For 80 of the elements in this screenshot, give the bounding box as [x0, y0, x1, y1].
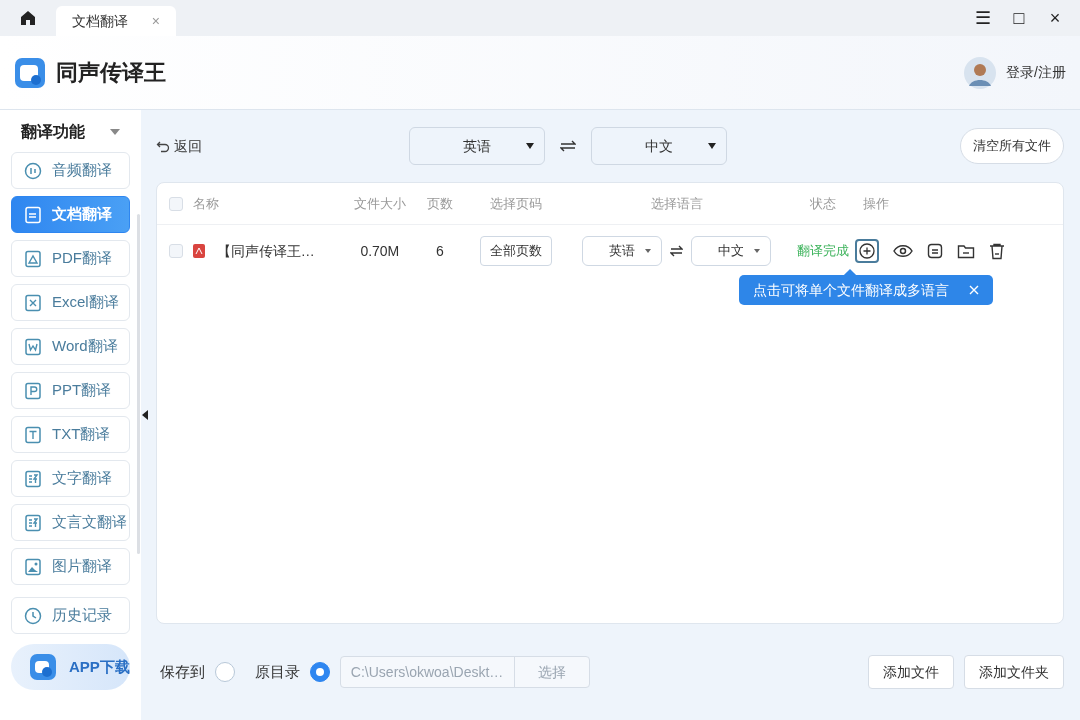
- radio-button[interactable]: [309, 662, 330, 682]
- translate-icon: [24, 469, 42, 488]
- checkbox[interactable]: [168, 196, 183, 211]
- choose-button[interactable]: 选择: [514, 657, 589, 687]
- excel-icon: [24, 293, 42, 312]
- page-range-button[interactable]: 全部页数: [479, 236, 552, 266]
- target-language-select[interactable]: 中文: [590, 127, 727, 165]
- trash-icon[interactable]: [988, 242, 1005, 260]
- swap-icon[interactable]: [670, 245, 684, 257]
- plus-circle-icon: [858, 243, 875, 259]
- original-folder-label: 原目录: [254, 661, 300, 682]
- checkbox[interactable]: [168, 244, 183, 258]
- app-download-button[interactable]: APP下载: [11, 644, 130, 690]
- history-button[interactable]: 历史记录: [11, 597, 130, 634]
- add-file-button[interactable]: 添加文件: [867, 655, 954, 689]
- source-language-select[interactable]: 英语: [408, 127, 545, 165]
- translate-icon: [24, 513, 42, 532]
- save-to-label: 保存到: [159, 661, 205, 682]
- radio-button[interactable]: [214, 662, 235, 682]
- tooltip: 点击可将单个文件翻译成多语言: [738, 275, 993, 305]
- sidebar-item[interactable]: PPT翻译: [11, 372, 130, 409]
- sidebar-item[interactable]: 文档翻译: [11, 196, 130, 233]
- caret-icon: [645, 249, 652, 253]
- page-count: 6: [434, 241, 445, 261]
- column-header: 操作: [861, 194, 890, 213]
- sidebar-item[interactable]: 文言文翻译: [11, 504, 130, 541]
- document-translate-tab[interactable]: 文档翻译 ×: [56, 6, 176, 36]
- sidebar-item[interactable]: TXT翻译: [11, 416, 130, 453]
- app-logo-icon: [29, 653, 57, 681]
- sidebar-item[interactable]: 图片翻译: [11, 548, 130, 585]
- column-header: 文件大小: [352, 194, 407, 213]
- column-header: 选择语言: [649, 194, 704, 213]
- file-name: 【同声传译王…: [216, 241, 315, 261]
- sidebar-item[interactable]: Word翻译: [11, 328, 130, 365]
- sidebar-item[interactable]: 音频翻译: [11, 152, 130, 189]
- app-title: 同声传译王: [56, 59, 166, 87]
- back-button[interactable]: 返回: [155, 135, 202, 157]
- document-icon: [24, 205, 42, 224]
- tab-close-button[interactable]: ×: [151, 10, 160, 32]
- folder-icon[interactable]: [956, 243, 975, 259]
- file-size: 0.70M: [359, 241, 401, 261]
- column-header: 页数: [425, 194, 454, 213]
- column-header: 选择页码: [488, 194, 543, 213]
- ppt-icon: [24, 381, 42, 400]
- sidebar-item[interactable]: 文字翻译: [11, 460, 130, 497]
- caret-icon: [525, 143, 534, 149]
- swap-icon[interactable]: [559, 140, 576, 152]
- close-button[interactable]: ×: [1044, 4, 1066, 32]
- home-icon[interactable]: [20, 10, 36, 26]
- audio-icon: [24, 161, 42, 180]
- image-icon: [24, 557, 42, 576]
- target-language-select[interactable]: 中文: [691, 236, 772, 266]
- menu-button[interactable]: ☰: [972, 4, 994, 32]
- status-text: 翻译完成: [795, 242, 850, 261]
- caret-icon: [707, 143, 716, 149]
- clock-icon: [24, 606, 42, 625]
- txt-icon: [24, 425, 42, 444]
- column-header: 名称: [192, 194, 220, 213]
- word-icon: [24, 337, 42, 356]
- sidebar-heading: 翻译功能: [21, 122, 85, 142]
- dropdown-caret-icon[interactable]: [109, 129, 120, 135]
- source-language-select[interactable]: 英语: [582, 236, 663, 266]
- add-language-button[interactable]: [854, 239, 879, 263]
- close-icon[interactable]: [968, 285, 979, 295]
- clear-all-files-button[interactable]: 清空所有文件: [959, 128, 1064, 164]
- caret-icon: [754, 249, 761, 253]
- eye-icon[interactable]: [892, 244, 913, 258]
- sidebar-item[interactable]: PDF翻译: [11, 240, 130, 277]
- app-logo-icon: [14, 56, 46, 89]
- undo-icon: [155, 139, 170, 153]
- pdf-file-icon: [192, 244, 205, 258]
- add-file-button[interactable]: 添加文件夹: [963, 655, 1064, 689]
- column-header: 状态: [808, 194, 837, 213]
- pdf-icon: [24, 249, 42, 268]
- login-link[interactable]: 登录/注册: [1006, 62, 1066, 83]
- avatar-icon[interactable]: [964, 56, 997, 89]
- document-icon[interactable]: [926, 243, 943, 259]
- maximize-button[interactable]: □: [1008, 4, 1030, 32]
- collapse-arrow-icon[interactable]: [140, 410, 149, 420]
- sidebar-item[interactable]: Excel翻译: [11, 284, 130, 321]
